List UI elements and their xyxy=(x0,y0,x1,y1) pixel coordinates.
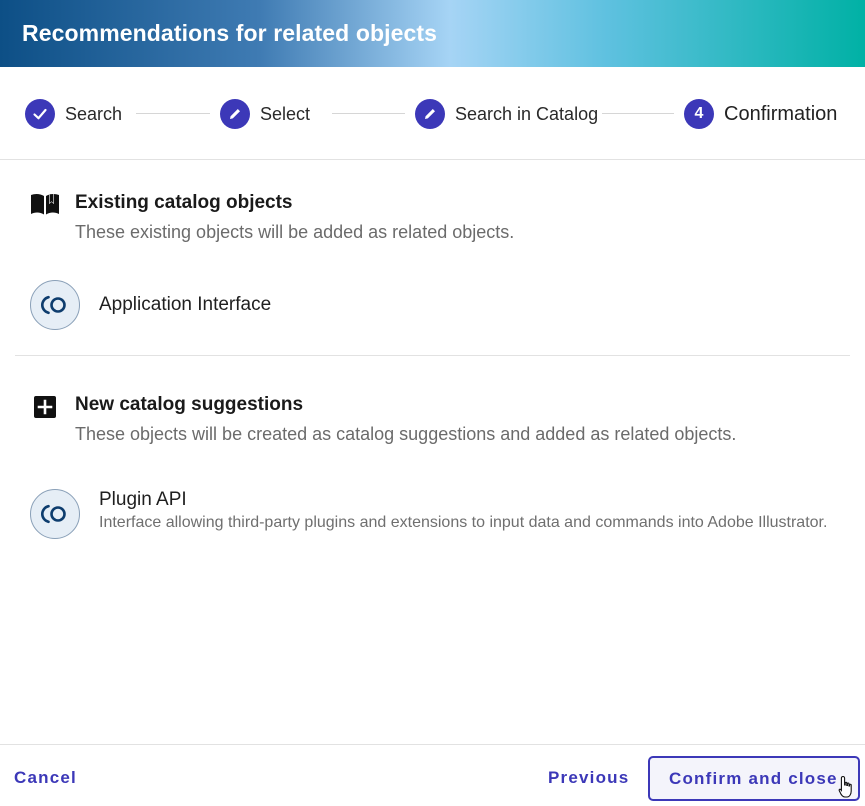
suggestions-section-description: These objects will be created as catalog… xyxy=(75,424,737,444)
existing-section-description: These existing objects will be added as … xyxy=(75,222,515,242)
interface-icon xyxy=(30,280,80,330)
step-label: Confirmation xyxy=(724,102,838,125)
existing-section-title: Existing catalog objects xyxy=(75,192,293,213)
step-confirmation: 4 Confirmation xyxy=(684,98,837,130)
hand-cursor-icon xyxy=(838,775,852,798)
object-name: Application Interface xyxy=(99,294,272,315)
object-name: Plugin API xyxy=(99,489,187,510)
step-connector xyxy=(602,113,674,114)
step-connector xyxy=(136,113,210,114)
step-label: Search xyxy=(65,103,123,124)
section-divider xyxy=(15,355,850,356)
dialog-footer: Cancel Previous Confirm and close xyxy=(0,744,865,806)
dialog-header: Recommendations for related objects xyxy=(0,0,865,67)
suggestions-section-header: New catalog suggestions These objects wi… xyxy=(30,394,736,445)
object-description: Interface allowing third-party plugins a… xyxy=(99,514,828,531)
step-number: 4 xyxy=(684,99,714,129)
previous-button[interactable]: Previous xyxy=(548,768,629,788)
pencil-icon xyxy=(415,99,445,129)
dialog-title: Recommendations for related objects xyxy=(22,20,438,46)
plus-box-icon xyxy=(30,394,60,420)
list-item-suggestion[interactable]: Plugin API Interface allowing third-part… xyxy=(30,483,829,539)
step-search-in-catalog[interactable]: Search in Catalog xyxy=(415,98,598,130)
pencil-icon xyxy=(220,99,250,129)
step-label: Select xyxy=(260,103,311,124)
interface-icon xyxy=(30,489,80,539)
step-search[interactable]: Search xyxy=(25,98,122,130)
check-icon xyxy=(25,99,55,129)
step-select[interactable]: Select xyxy=(220,98,310,130)
suggestions-section-title: New catalog suggestions xyxy=(75,394,304,415)
existing-section-header: Existing catalog objects These existing … xyxy=(30,192,514,243)
confirm-and-close-button[interactable]: Confirm and close xyxy=(648,756,860,801)
cancel-button[interactable]: Cancel xyxy=(14,768,77,788)
list-item-existing-object[interactable]: Application Interface xyxy=(30,280,271,330)
stepper: Search Select Search in Catalog 4 Confir… xyxy=(0,67,865,160)
step-label: Search in Catalog xyxy=(455,103,599,124)
open-book-icon xyxy=(30,192,60,218)
step-connector xyxy=(332,113,405,114)
